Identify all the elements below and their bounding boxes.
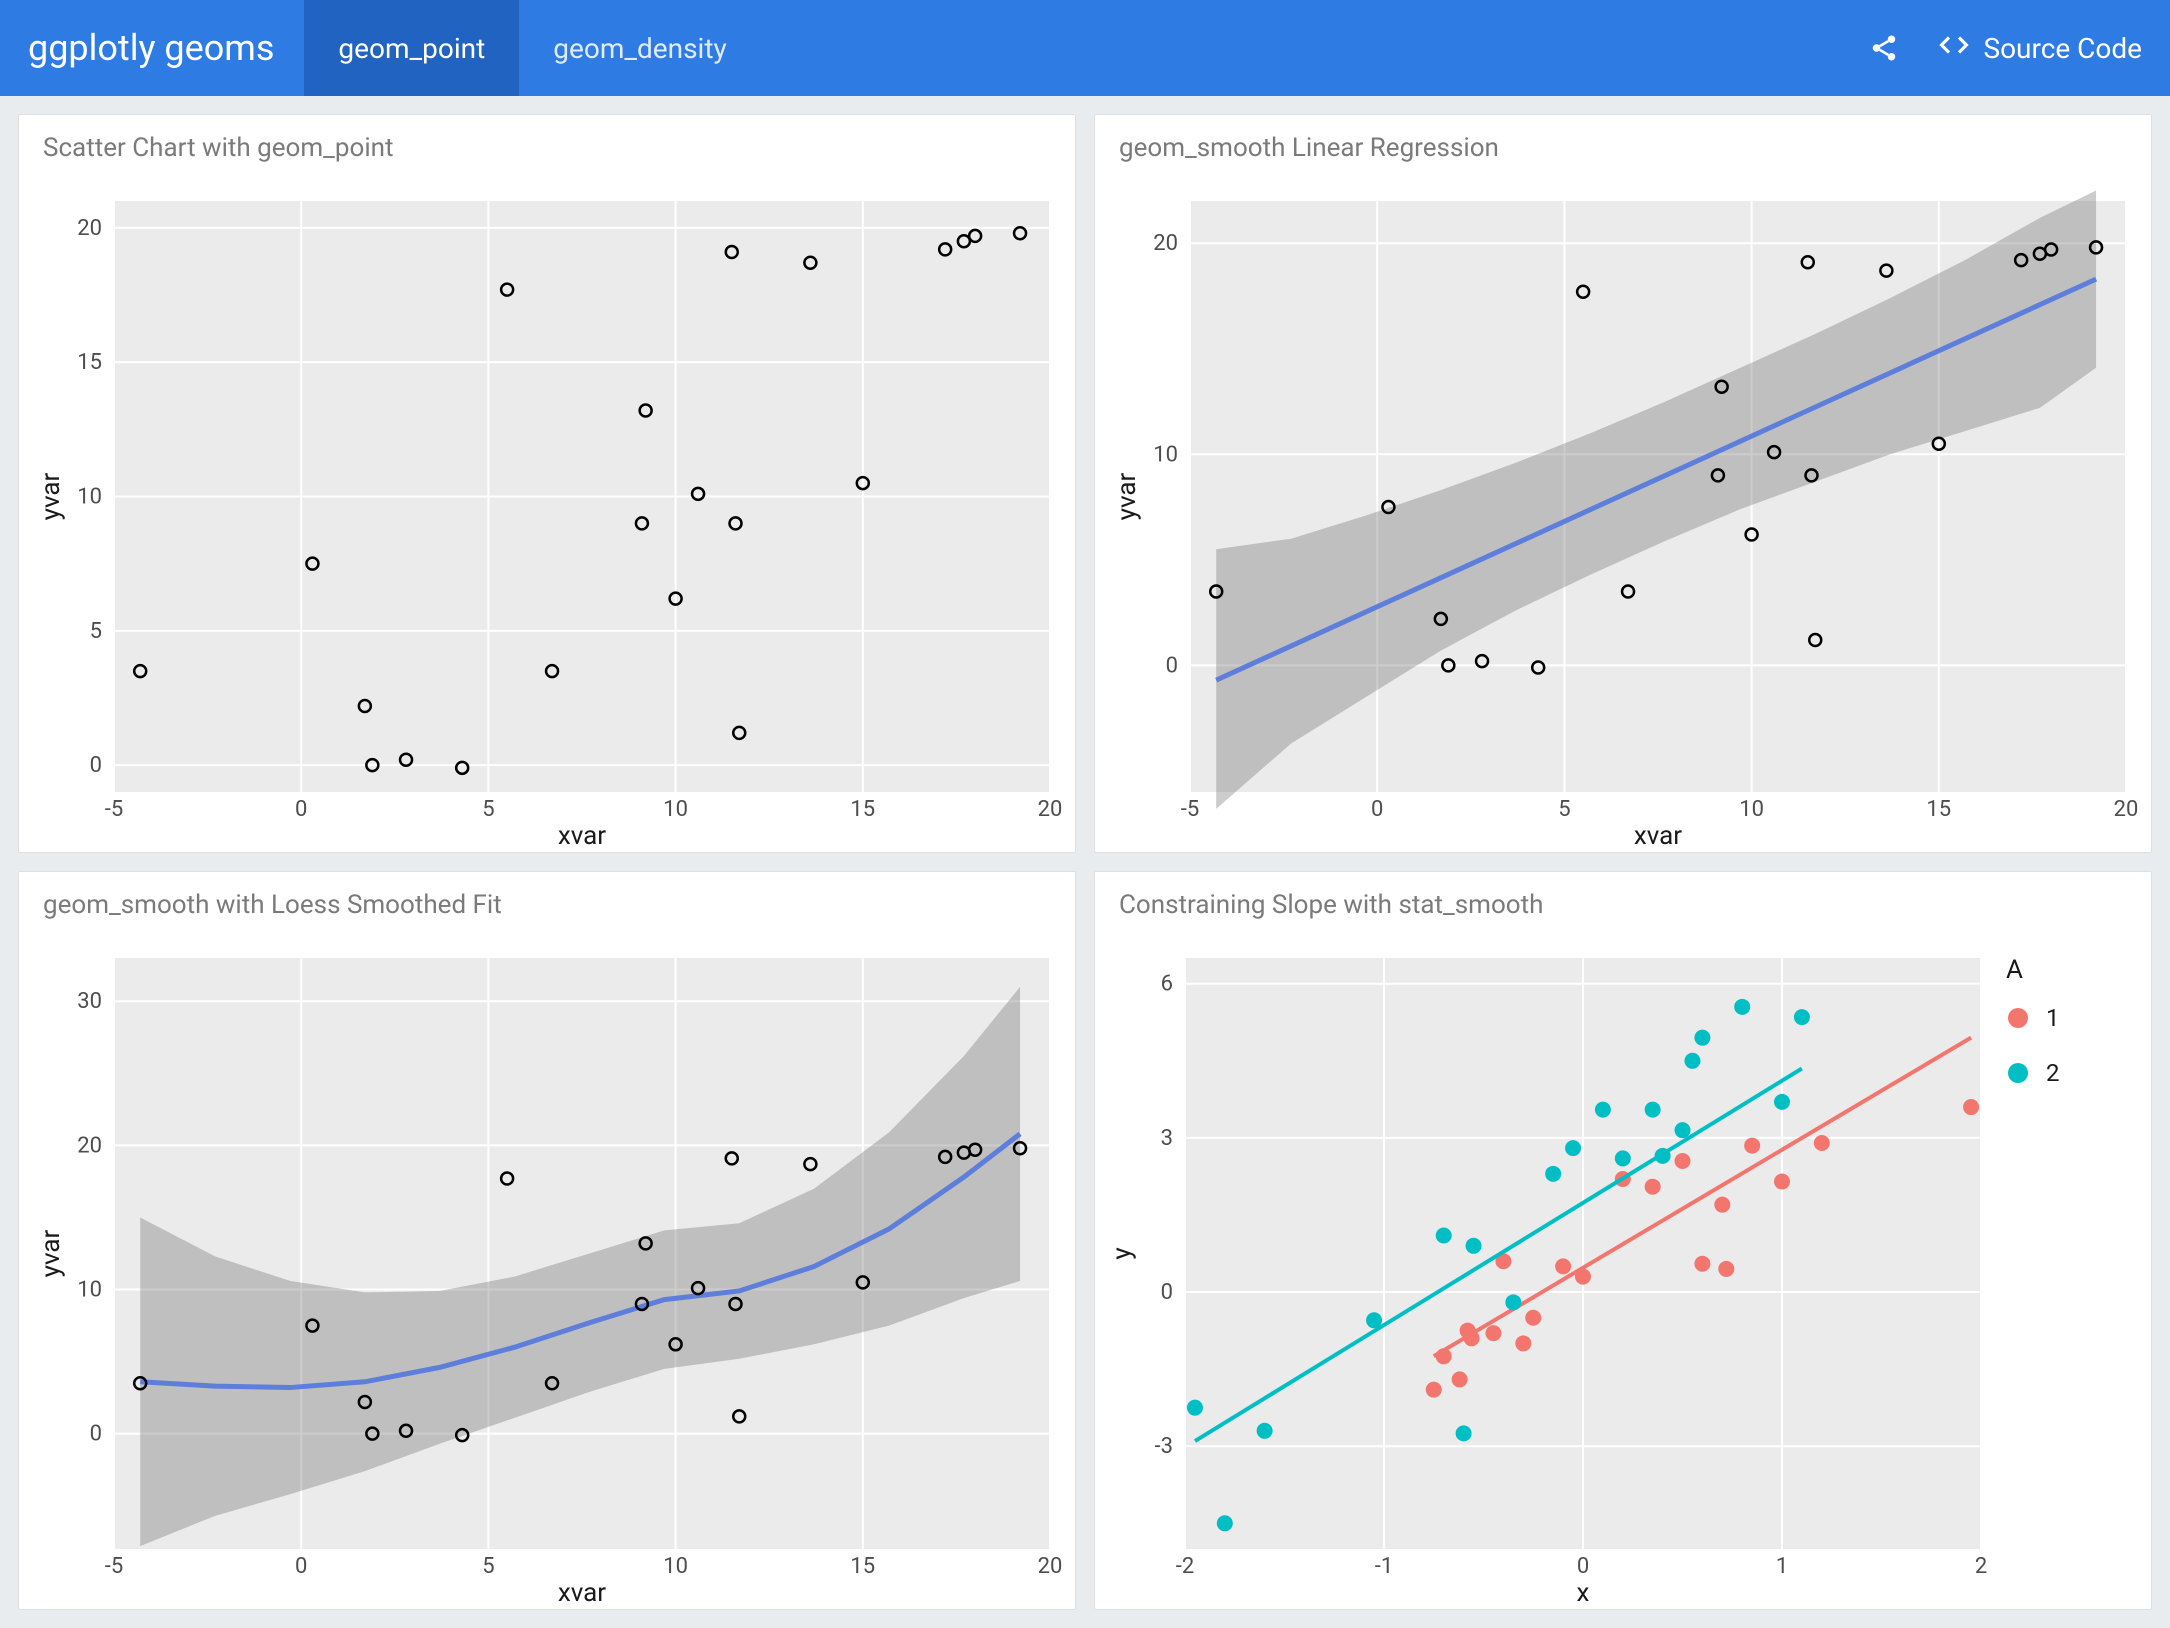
navbar: ggplotly geoms geom_point geom_density S… <box>0 0 2170 96</box>
svg-text:30: 30 <box>77 989 102 1014</box>
svg-text:15: 15 <box>1926 797 1951 822</box>
svg-text:1: 1 <box>1776 1554 1788 1579</box>
svg-text:10: 10 <box>663 1554 688 1579</box>
svg-text:-1: -1 <box>1375 1554 1393 1579</box>
svg-text:20: 20 <box>1038 797 1063 822</box>
svg-text:yvar: yvar <box>1112 472 1142 520</box>
svg-text:A: A <box>2006 955 2023 985</box>
svg-text:xvar: xvar <box>558 1578 606 1608</box>
share-icon[interactable] <box>1869 33 1899 63</box>
content-grid: Scatter Chart with geom_point -505101520… <box>0 96 2170 1628</box>
svg-text:2: 2 <box>2046 1059 2060 1087</box>
tabs: geom_point geom_density <box>304 0 760 96</box>
svg-text:0: 0 <box>90 753 102 778</box>
svg-text:0: 0 <box>1371 797 1383 822</box>
svg-text:10: 10 <box>77 1278 102 1303</box>
svg-text:-3: -3 <box>1155 1434 1173 1459</box>
svg-text:-5: -5 <box>105 797 123 822</box>
tab-geom-density[interactable]: geom_density <box>519 0 761 96</box>
panel-title: geom_smooth with Loess Smoothed Fit <box>19 872 1075 928</box>
svg-text:3: 3 <box>1161 1126 1173 1151</box>
svg-text:2: 2 <box>1975 1554 1987 1579</box>
panel-loess: geom_smooth with Loess Smoothed Fit -5 0 5… <box>18 871 1076 1610</box>
svg-text:0: 0 <box>1161 1280 1173 1305</box>
svg-text:-2: -2 <box>1176 1554 1194 1579</box>
panel-slope: Constraining Slope with stat_smooth -2 -1… <box>1094 871 2152 1610</box>
svg-text:15: 15 <box>850 1554 875 1579</box>
code-icon <box>1939 30 1969 67</box>
chart-p2[interactable]: -5 0 5 10 15 20 0 10 20 xvar yvar <box>1095 171 2151 852</box>
tab-geom-point[interactable]: geom_point <box>304 0 519 96</box>
svg-text:10: 10 <box>77 485 102 510</box>
chart-p1[interactable]: -50510152005101520xvaryvar <box>19 171 1075 852</box>
svg-text:5: 5 <box>1558 797 1570 822</box>
svg-text:y: y <box>1107 1247 1137 1259</box>
brand: ggplotly geoms <box>28 27 274 69</box>
svg-text:yvar: yvar <box>36 1229 66 1277</box>
svg-text:0: 0 <box>295 1554 307 1579</box>
svg-text:5: 5 <box>482 797 494 822</box>
svg-text:20: 20 <box>2114 797 2139 822</box>
svg-text:xvar: xvar <box>558 821 606 851</box>
svg-text:15: 15 <box>850 797 875 822</box>
svg-text:20: 20 <box>77 216 102 241</box>
chart-p4[interactable]: -2-1012-3036xyA12 <box>1095 928 2151 1609</box>
panel-title: geom_smooth Linear Regression <box>1095 115 2151 171</box>
svg-text:6: 6 <box>1161 972 1173 997</box>
svg-text:10: 10 <box>1739 797 1764 822</box>
svg-text:yvar: yvar <box>36 472 66 520</box>
svg-text:-5: -5 <box>105 1554 123 1579</box>
chart-p3[interactable]: -5 0 5 10 15 20 0 10 20 30 xvar yvar <box>19 928 1075 1609</box>
panel-lm: geom_smooth Linear Regression -5 0 5 10 15 20… <box>1094 114 2152 853</box>
svg-text:5: 5 <box>482 1554 494 1579</box>
svg-text:10: 10 <box>1153 442 1178 467</box>
svg-text:x: x <box>1577 1578 1590 1608</box>
panel-title: Constraining Slope with stat_smooth <box>1095 872 2151 928</box>
panel-scatter: Scatter Chart with geom_point -505101520… <box>18 114 1076 853</box>
source-code-link[interactable]: Source Code <box>1939 30 2142 67</box>
source-code-label: Source Code <box>1983 32 2142 65</box>
svg-text:15: 15 <box>77 350 102 375</box>
panel-title: Scatter Chart with geom_point <box>19 115 1075 171</box>
svg-text:0: 0 <box>1577 1554 1589 1579</box>
svg-text:20: 20 <box>1153 231 1178 256</box>
svg-text:1: 1 <box>2046 1004 2060 1032</box>
svg-text:0: 0 <box>90 1422 102 1447</box>
svg-text:0: 0 <box>295 797 307 822</box>
svg-text:xvar: xvar <box>1634 821 1682 851</box>
svg-text:20: 20 <box>77 1133 102 1158</box>
svg-text:20: 20 <box>1038 1554 1063 1579</box>
svg-text:5: 5 <box>90 619 102 644</box>
svg-text:-5: -5 <box>1181 797 1199 822</box>
svg-text:0: 0 <box>1166 653 1178 678</box>
svg-text:10: 10 <box>663 797 688 822</box>
nav-right: Source Code <box>1869 30 2142 67</box>
